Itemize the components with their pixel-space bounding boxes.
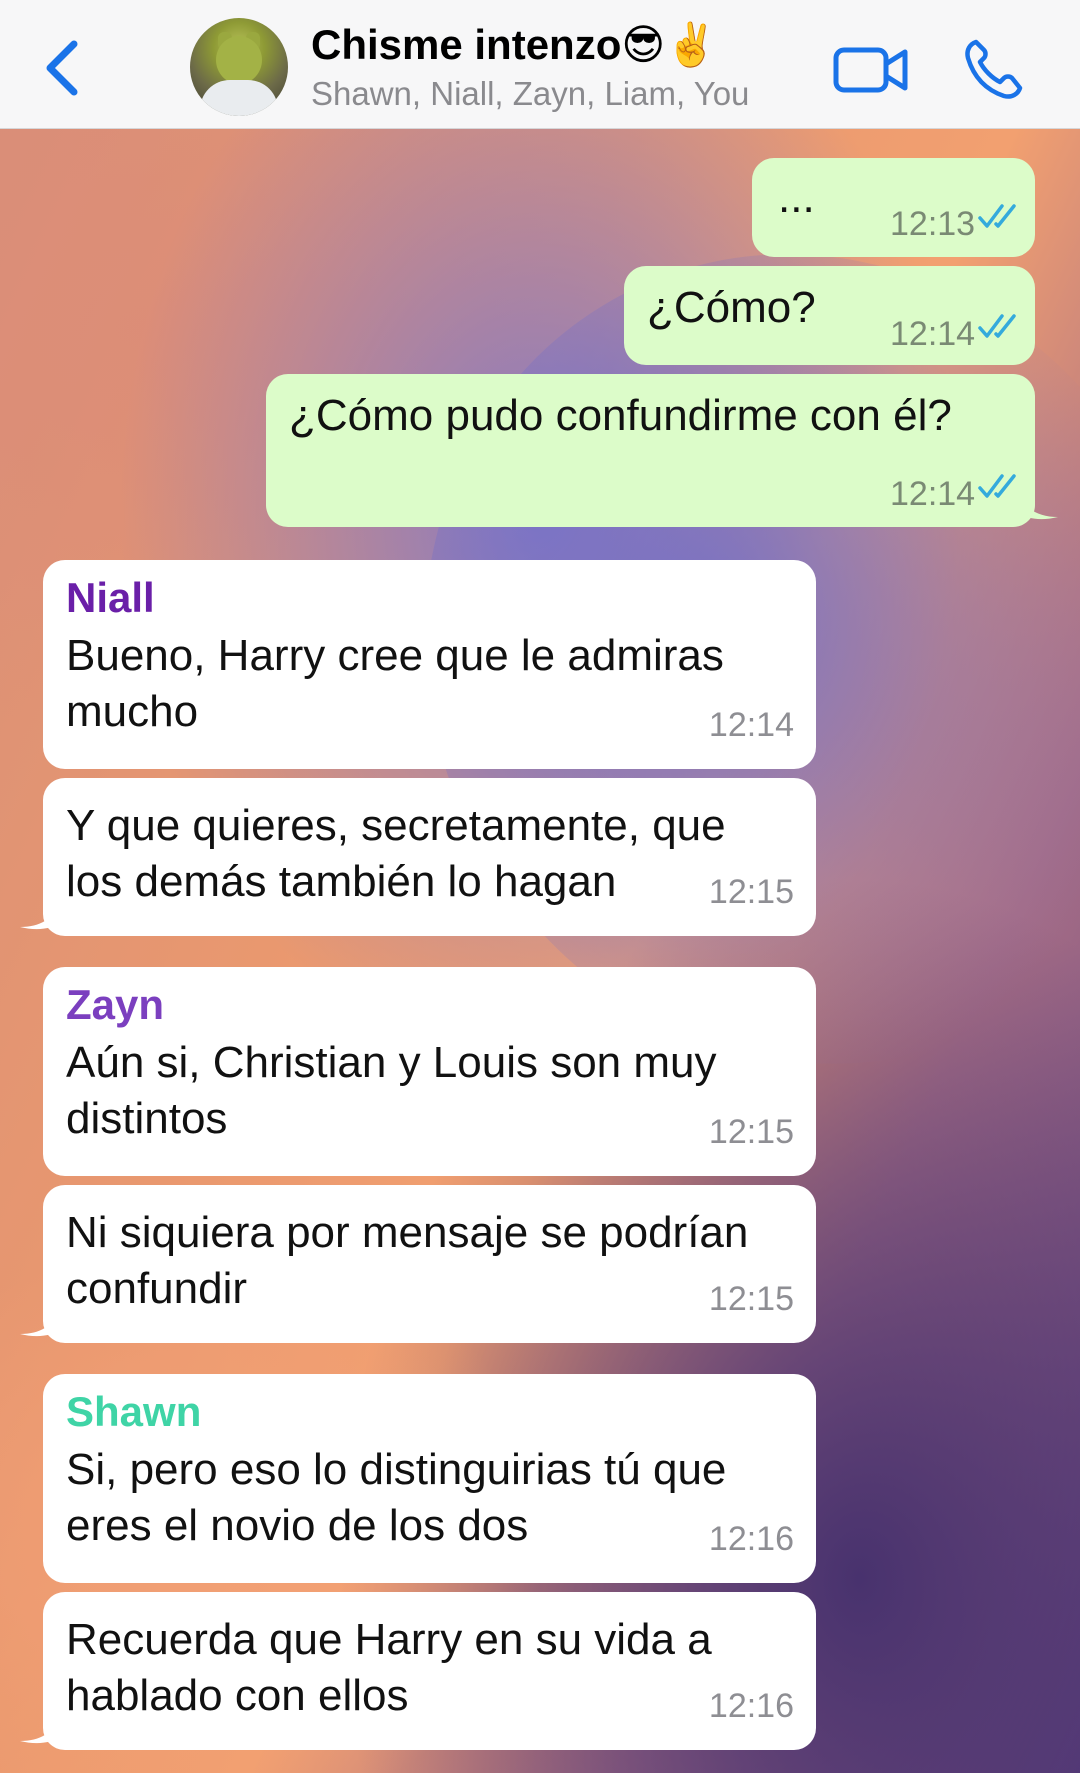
sender-name: Shawn: [66, 1388, 202, 1435]
message-bubble-incoming[interactable]: Shawn Si, pero eso lo distinguirias tú q…: [43, 1374, 816, 1583]
message-text: Aún si, Christian y Louis son muy distin…: [66, 1038, 729, 1143]
message-bubble-outgoing[interactable]: ¿Cómo pudo confundirme con él? 12:14: [266, 374, 1035, 527]
message-time: 12:16: [708, 1687, 794, 1725]
message-text: Bueno, Harry cree que le admiras mucho: [66, 631, 737, 736]
back-chevron-icon[interactable]: [38, 36, 88, 100]
message-text: ¿Cómo?: [647, 283, 816, 332]
message-text: ¿Cómo pudo confundirme con él?: [289, 391, 952, 440]
chat-title[interactable]: Chisme intenzo😎✌️: [311, 20, 717, 70]
voice-call-icon[interactable]: [962, 38, 1024, 100]
message-bubble-incoming[interactable]: Zayn Aún si, Christian y Louis son muy d…: [43, 967, 816, 1176]
video-call-icon[interactable]: [833, 44, 909, 96]
message-bubble-outgoing[interactable]: ¿Cómo? 12:14: [624, 266, 1035, 365]
group-avatar[interactable]: [190, 18, 288, 116]
chat-header: Chisme intenzo😎✌️ Shawn, Niall, Zayn, Li…: [0, 0, 1080, 129]
message-time: 12:15: [708, 873, 794, 911]
message-bubble-incoming[interactable]: Ni siquiera por mensaje se podrían confu…: [43, 1185, 816, 1343]
message-time: 12:14: [890, 475, 976, 513]
message-text: ...: [778, 173, 815, 222]
sender-name: Niall: [66, 574, 155, 621]
message-time: 12:14: [890, 315, 976, 353]
bubble-tail: [20, 1308, 60, 1337]
chat-participants[interactable]: Shawn, Niall, Zayn, Liam, You: [311, 75, 749, 113]
bubble-tail: [20, 1715, 60, 1744]
message-bubble-incoming[interactable]: Recuerda que Harry en su vida a hablado …: [43, 1592, 816, 1750]
message-time: 12:16: [708, 1520, 794, 1558]
message-text: Si, pero eso lo distinguirias tú que ere…: [66, 1445, 739, 1550]
message-text: Ni siquiera por mensaje se podrían confu…: [66, 1208, 761, 1313]
bubble-tail: [1018, 491, 1058, 520]
message-text: Y que quieres, secretamente, que los dem…: [66, 801, 738, 906]
message-time: 12:15: [708, 1113, 794, 1151]
message-time: 12:13: [890, 205, 976, 243]
bubble-tail: [20, 901, 60, 930]
sender-name: Zayn: [66, 981, 165, 1028]
message-bubble-incoming[interactable]: Y que quieres, secretamente, que los dem…: [43, 778, 816, 936]
message-text: Recuerda que Harry en su vida a hablado …: [66, 1615, 724, 1720]
read-receipt-icon: [978, 314, 1016, 338]
chat-area[interactable]: ... 12:13 ¿Cómo? 12:14 ¿Cómo pudo confun…: [0, 129, 1080, 1773]
message-time: 12:15: [708, 1280, 794, 1318]
message-time: 12:14: [708, 706, 794, 744]
message-bubble-incoming[interactable]: Niall Bueno, Harry cree que le admiras m…: [43, 560, 816, 769]
message-bubble-outgoing[interactable]: ... 12:13: [752, 158, 1035, 257]
read-receipt-icon: [978, 204, 1016, 228]
